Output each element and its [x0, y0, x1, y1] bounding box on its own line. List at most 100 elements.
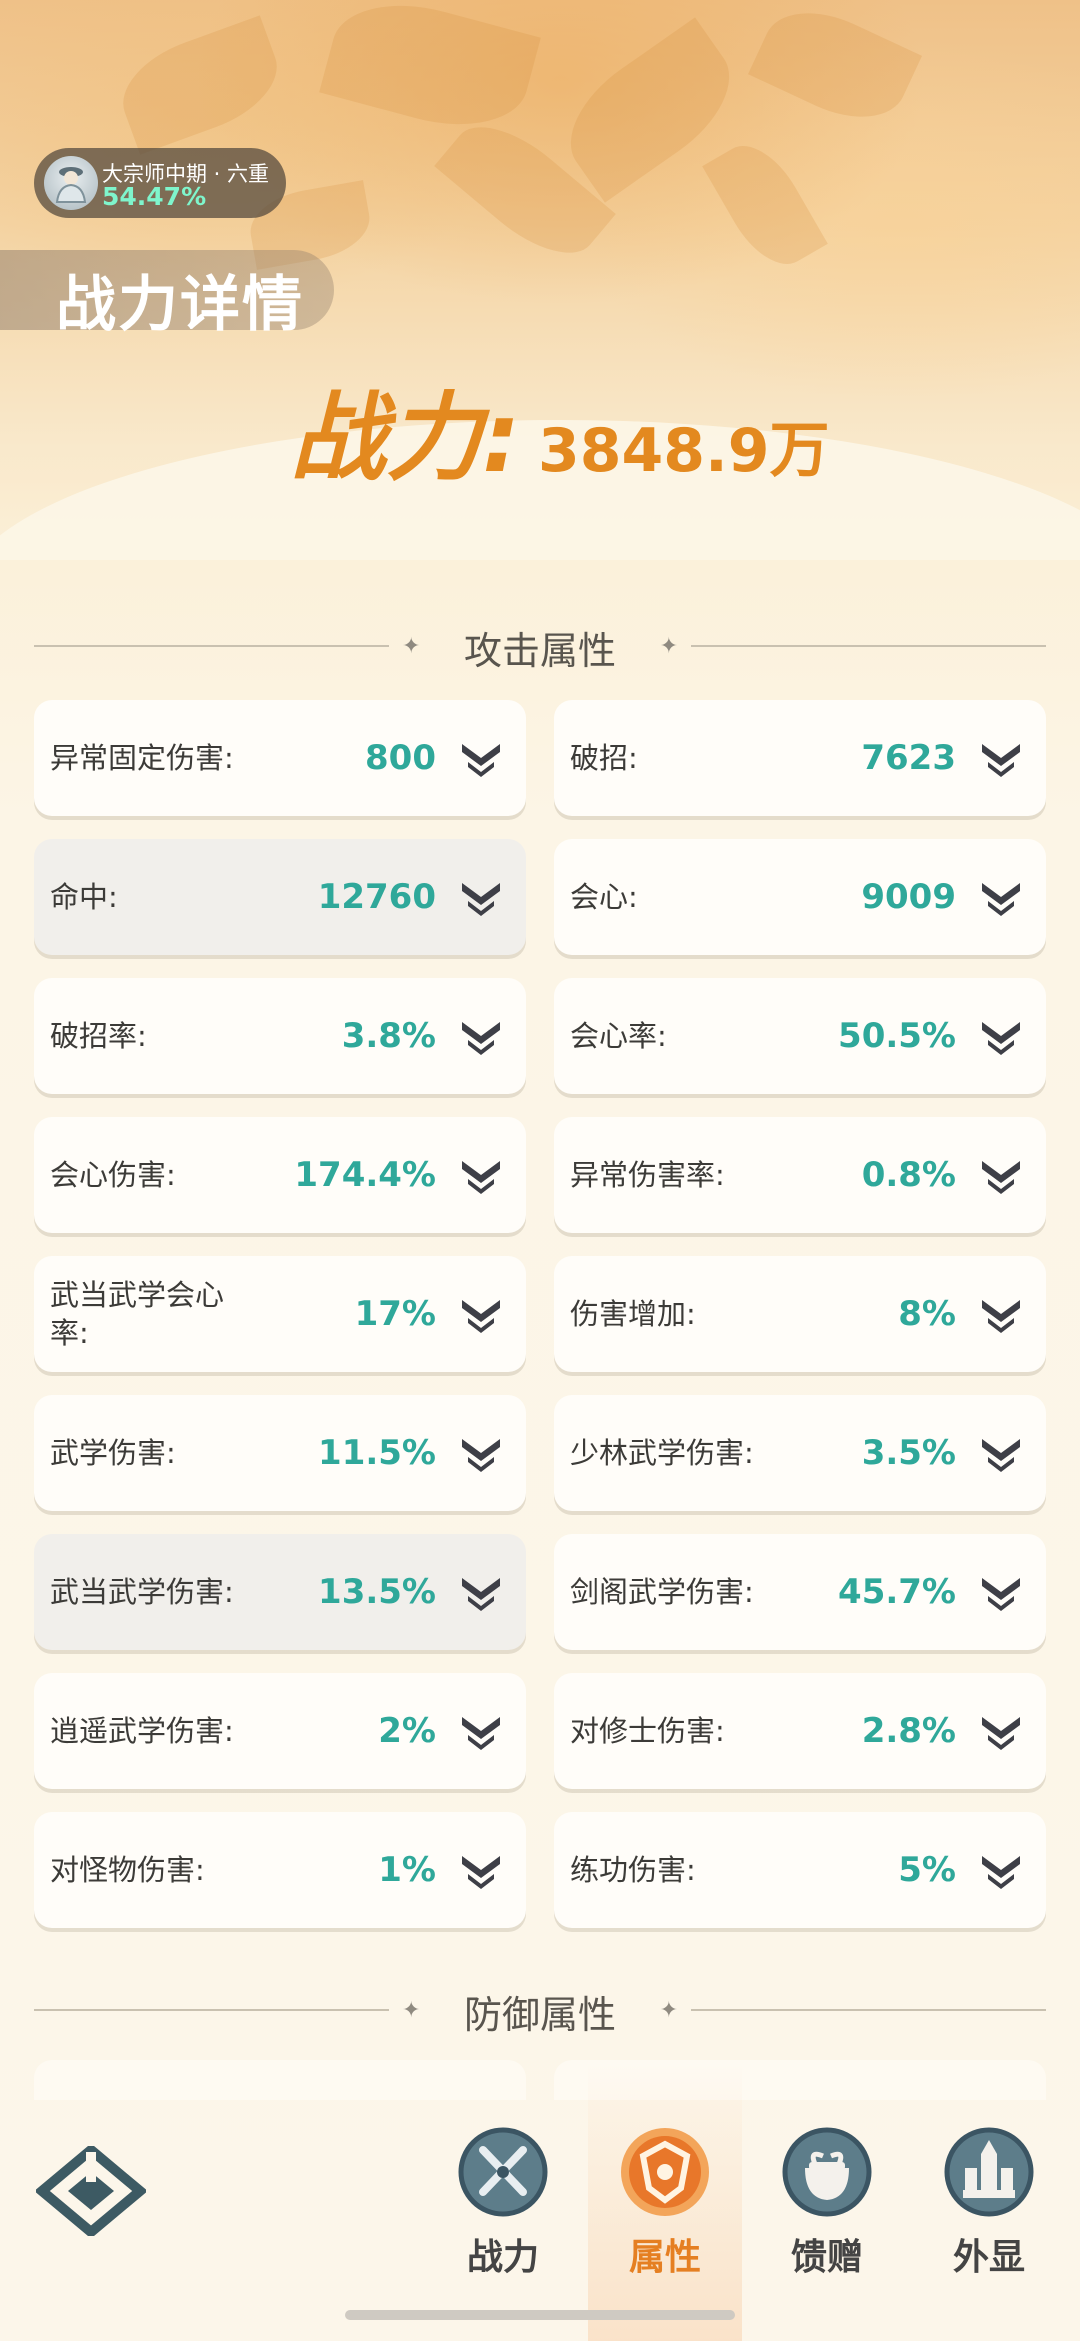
stat-card[interactable]: 会心伤害: 174.4% [34, 1117, 526, 1233]
stat-card[interactable]: 命中: 12760 [34, 839, 526, 955]
stat-card[interactable]: 破招率: 3.8% [34, 978, 526, 1094]
chevron-down-icon[interactable] [978, 1155, 1024, 1195]
stat-card[interactable]: 武当武学伤害: 13.5% [34, 1534, 526, 1650]
stat-label: 伤害增加: [570, 1297, 696, 1331]
nav-item-appearance[interactable]: 外显 [914, 2124, 1064, 2304]
stat-value: 9009 [861, 877, 956, 917]
stat-value: 11.5% [318, 1433, 436, 1473]
page-title: 战力详情 [56, 270, 304, 340]
stat-card[interactable]: 伤害增加: 8% [554, 1256, 1046, 1372]
stat-card[interactable]: 异常固定伤害: 800 [34, 700, 526, 816]
section-header-attack: ✦ 攻击属性 ✦ [34, 620, 1046, 673]
stat-label: 会心: [570, 880, 638, 914]
chevron-down-icon[interactable] [978, 1433, 1024, 1473]
stat-card[interactable]: 对怪物伤害: 1% [34, 1812, 526, 1928]
stat-label: 逍遥武学伤害: [50, 1714, 234, 1748]
swords-icon [458, 2127, 548, 2217]
stat-card[interactable]: 武当武学会心率: 17% [34, 1256, 526, 1372]
nav-label: 馈赠 [790, 2237, 863, 2278]
stat-label: 异常固定伤害: [50, 741, 234, 775]
stat-card[interactable]: 剑阁武学伤害: 45.7% [554, 1534, 1046, 1650]
section-title: 防御属性 [463, 1993, 616, 2037]
stat-value: 2.8% [861, 1711, 956, 1751]
nav-label: 战力 [466, 2237, 539, 2278]
stat-value: 2% [378, 1711, 436, 1751]
stat-label: 破招率: [50, 1019, 147, 1053]
chevron-down-icon[interactable] [458, 1294, 504, 1334]
castle-icon [944, 2127, 1034, 2217]
power-value: 3848.9万 [538, 416, 830, 486]
nav-item-gifts[interactable]: 馈赠 [752, 2124, 902, 2304]
stat-label: 会心率: [570, 1019, 667, 1053]
stat-card[interactable]: 会心: 9009 [554, 839, 1046, 955]
stat-value: 1% [378, 1850, 436, 1890]
realm-progress: 54.47% [102, 182, 207, 211]
stat-value: 7623 [861, 738, 956, 778]
diamond-icon: ✦ [659, 634, 678, 659]
chevron-down-icon[interactable] [458, 1850, 504, 1890]
chevron-down-icon[interactable] [978, 1016, 1024, 1056]
stat-value: 50.5% [838, 1016, 956, 1056]
page-title-tab: 战力详情 [0, 250, 334, 340]
stat-value: 12760 [317, 877, 436, 917]
stat-label: 破招: [570, 741, 638, 775]
stat-label: 剑阁武学伤害: [570, 1575, 754, 1609]
stat-label: 武当武学会心率: [50, 1278, 225, 1350]
section-header-defense: ✦ 防御属性 ✦ [34, 1984, 1046, 2037]
stat-card[interactable]: 对修士伤害: 2.8% [554, 1673, 1046, 1789]
chevron-down-icon[interactable] [978, 1294, 1024, 1334]
section-title: 攻击属性 [463, 629, 616, 673]
power-label: 战力: [290, 382, 521, 494]
avatar [44, 156, 98, 210]
stat-value: 8% [898, 1294, 956, 1334]
stat-label: 武学伤害: [50, 1436, 176, 1470]
stat-value: 174.4% [294, 1155, 436, 1195]
home-indicator[interactable] [345, 2310, 735, 2320]
stat-card[interactable]: 异常伤害率: 0.8% [554, 1117, 1046, 1233]
stat-label: 对怪物伤害: [50, 1853, 205, 1887]
stat-card[interactable]: 会心率: 50.5% [554, 978, 1046, 1094]
stat-card[interactable]: 练功伤害: 5% [554, 1812, 1046, 1928]
stat-card[interactable]: 逍遥武学伤害: 2% [34, 1673, 526, 1789]
realm-badge[interactable]: 大宗师中期 · 六重 54.47% [34, 148, 286, 218]
stat-card[interactable]: 少林武学伤害: 3.5% [554, 1395, 1046, 1511]
chevron-down-icon[interactable] [978, 1572, 1024, 1612]
stat-value: 17% [354, 1294, 436, 1334]
nav-item-attributes[interactable]: 属性 [590, 2124, 740, 2304]
nav-label: 外显 [952, 2237, 1025, 2278]
chevron-down-icon[interactable] [458, 877, 504, 917]
stat-value: 13.5% [318, 1572, 436, 1612]
chevron-down-icon[interactable] [458, 1433, 504, 1473]
diamond-icon: ✦ [659, 1998, 678, 2023]
shield-icon [621, 2128, 709, 2216]
chevron-down-icon[interactable] [978, 738, 1024, 778]
stat-value: 3.5% [861, 1433, 956, 1473]
stat-label: 命中: [50, 880, 118, 914]
bottom-nav: 战力 属性 馈赠 外显 [0, 2060, 1080, 2341]
chevron-down-icon[interactable] [978, 877, 1024, 917]
chevron-down-icon[interactable] [978, 1850, 1024, 1890]
menu-logo-icon[interactable] [36, 2146, 146, 2236]
chevron-down-icon[interactable] [978, 1711, 1024, 1751]
stat-label: 少林武学伤害: [570, 1436, 754, 1470]
nav-item-power[interactable]: 战力 [428, 2124, 578, 2304]
chevron-down-icon[interactable] [458, 1155, 504, 1195]
stat-card[interactable]: 破招: 7623 [554, 700, 1046, 816]
stat-value: 3.8% [341, 1016, 436, 1056]
stat-value: 800 [365, 738, 436, 778]
chevron-down-icon[interactable] [458, 1711, 504, 1751]
gift-bag-icon [782, 2127, 872, 2217]
chevron-down-icon[interactable] [458, 1572, 504, 1612]
stat-value: 45.7% [838, 1572, 956, 1612]
stat-value: 5% [898, 1850, 956, 1890]
stat-label: 练功伤害: [570, 1853, 696, 1887]
chevron-down-icon[interactable] [458, 738, 504, 778]
stat-value: 0.8% [861, 1155, 956, 1195]
nav-label: 属性 [628, 2237, 701, 2278]
stat-label: 对修士伤害: [570, 1714, 725, 1748]
stat-card[interactable]: 武学伤害: 11.5% [34, 1395, 526, 1511]
stat-label: 会心伤害: [50, 1158, 176, 1192]
chevron-down-icon[interactable] [458, 1016, 504, 1056]
stat-label: 异常伤害率: [570, 1158, 725, 1192]
stat-label: 武当武学伤害: [50, 1575, 234, 1609]
